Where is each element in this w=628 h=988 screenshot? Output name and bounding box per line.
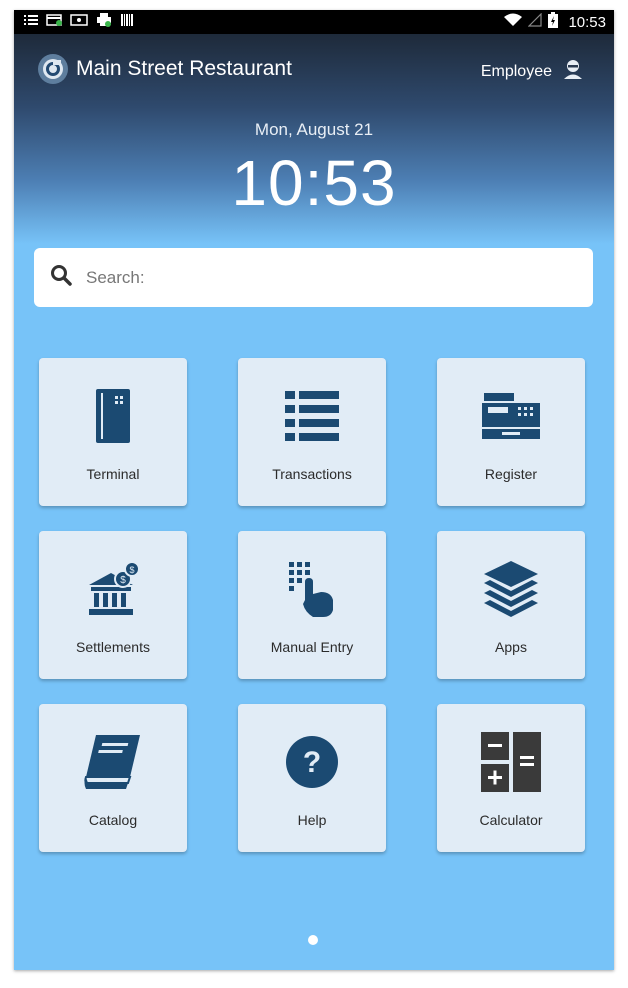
tile-settlements[interactable]: $ $ Settlements [39, 531, 187, 679]
tile-label: Apps [495, 639, 527, 655]
tile-apps[interactable]: Apps [437, 531, 585, 679]
svg-text:?: ? [303, 746, 321, 779]
card-notification-icon [46, 13, 62, 31]
notification-icons [14, 12, 134, 32]
signal-icon [528, 12, 543, 32]
app-logo-icon [38, 54, 68, 84]
svg-text:$: $ [120, 575, 126, 586]
system-status: 10:53 [504, 11, 614, 33]
tile-calculator[interactable]: Calculator [437, 704, 585, 852]
search-bar[interactable]: Search: [34, 248, 593, 307]
list-icon [285, 386, 339, 446]
app-header: Main Street Restaurant [38, 54, 292, 84]
status-time: 10:53 [568, 13, 606, 31]
tile-register[interactable]: Register [437, 358, 585, 506]
calculator-icon [481, 732, 541, 792]
tile-label: Manual Entry [270, 639, 354, 655]
tile-label: Register [484, 466, 538, 482]
help-icon: ? [285, 732, 339, 792]
battery-icon [548, 11, 559, 33]
layers-icon [482, 559, 540, 619]
wifi-icon [504, 13, 523, 32]
book-icon [84, 732, 142, 792]
tile-catalog[interactable]: Catalog [39, 704, 187, 852]
tile-manual-entry[interactable]: Manual Entry [238, 531, 386, 679]
tile-label: Calculator [479, 812, 543, 828]
tile-transactions[interactable]: Transactions [238, 358, 386, 506]
keypad-hand-icon [287, 559, 337, 619]
device-screen: 10:53 Main Street Restaurant Employee Mo… [14, 10, 614, 970]
app-title: Main Street Restaurant [76, 57, 292, 80]
tile-label: Catalog [88, 812, 138, 828]
tile-label: Help [297, 812, 327, 828]
user-icon [562, 58, 584, 85]
page-indicator-dot [308, 935, 318, 945]
card-terminal-icon [93, 386, 133, 446]
current-time: 10:53 [231, 147, 397, 219]
employee-menu[interactable]: Employee [481, 58, 584, 85]
tile-label: Terminal [86, 466, 140, 482]
register-icon [482, 386, 540, 446]
current-date: Mon, August 21 [254, 120, 374, 139]
tile-help[interactable]: ? Help [238, 704, 386, 852]
employee-label: Employee [480, 62, 552, 80]
tile-label: Settlements [76, 639, 150, 655]
search-icon [50, 264, 72, 291]
tile-label: Transactions [272, 466, 352, 482]
barcode-notification-icon [120, 13, 134, 32]
list-notification-icon [24, 13, 38, 31]
svg-text:$: $ [129, 565, 134, 575]
bank-icon: $ $ [87, 559, 139, 619]
tile-terminal[interactable]: Terminal [39, 358, 187, 506]
printer-notification-icon [96, 12, 112, 32]
status-bar: 10:53 [14, 10, 614, 34]
search-input[interactable]: Search: [86, 268, 145, 288]
cash-notification-icon [70, 13, 88, 31]
